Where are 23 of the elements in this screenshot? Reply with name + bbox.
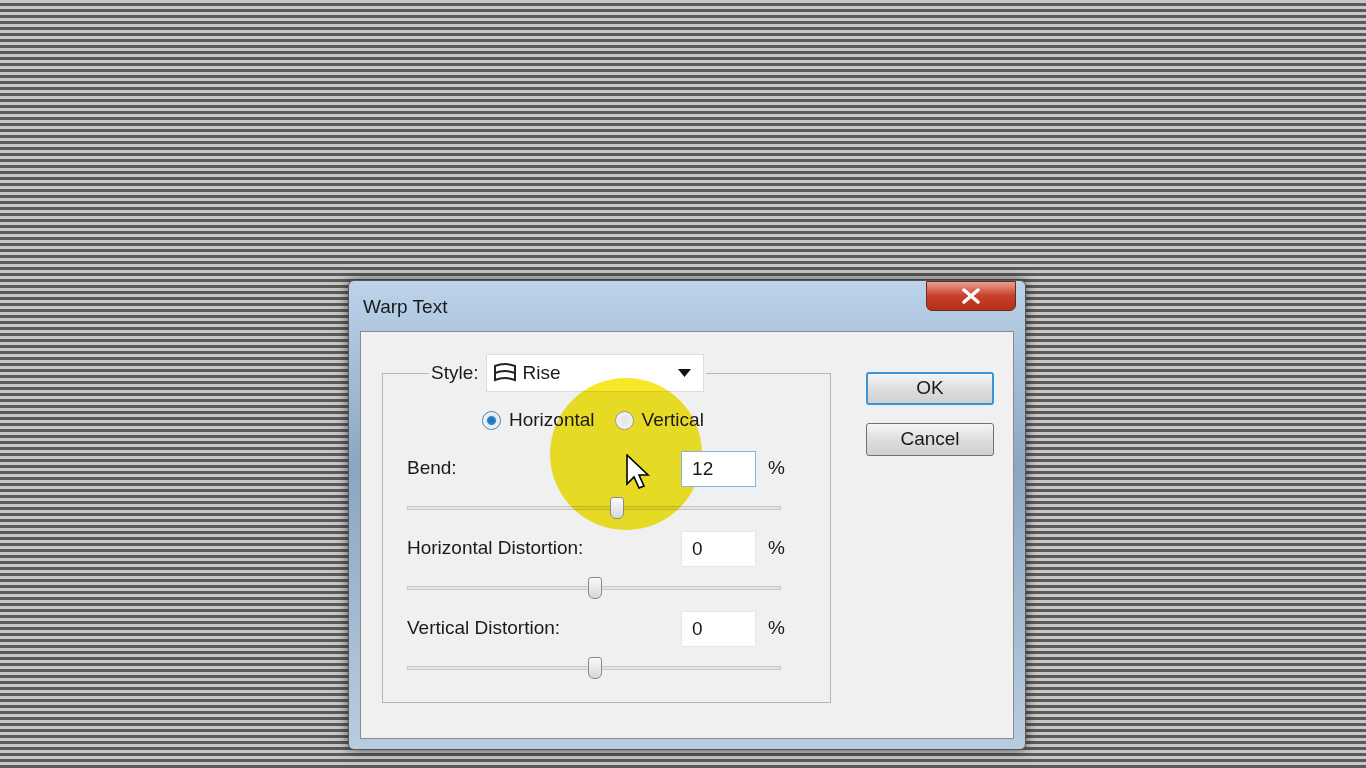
slider-thumb[interactable]: [588, 656, 602, 679]
dialog-button[interactable]: OK: [866, 372, 994, 405]
value-input-field[interactable]: 12: [681, 450, 757, 487]
warp-shape-icon: [492, 362, 517, 384]
mouse-pointer-icon: [626, 454, 650, 490]
slider-label: Horizontal Distortion:: [407, 536, 584, 561]
style-label: Style:: [431, 360, 479, 385]
dialog-button[interactable]: Cancel: [866, 423, 994, 456]
percent-unit: %: [768, 536, 785, 561]
window-title: Warp Text: [363, 295, 448, 319]
value-input-field[interactable]: 0: [681, 530, 757, 567]
style-value: Rise: [522, 360, 562, 385]
slider-label: Bend:: [407, 456, 457, 481]
percent-unit: %: [768, 456, 785, 481]
slider-label: Vertical Distortion:: [407, 616, 561, 641]
radio-button[interactable]: [482, 410, 501, 430]
close-icon: [962, 288, 980, 304]
value-input-field[interactable]: 0: [681, 610, 757, 647]
slider-thumb[interactable]: [610, 496, 625, 519]
percent-unit: %: [768, 616, 785, 641]
style-dropdown[interactable]: Rise: [485, 354, 704, 392]
slider-thumb[interactable]: [588, 576, 602, 599]
close-button[interactable]: [926, 281, 1016, 311]
